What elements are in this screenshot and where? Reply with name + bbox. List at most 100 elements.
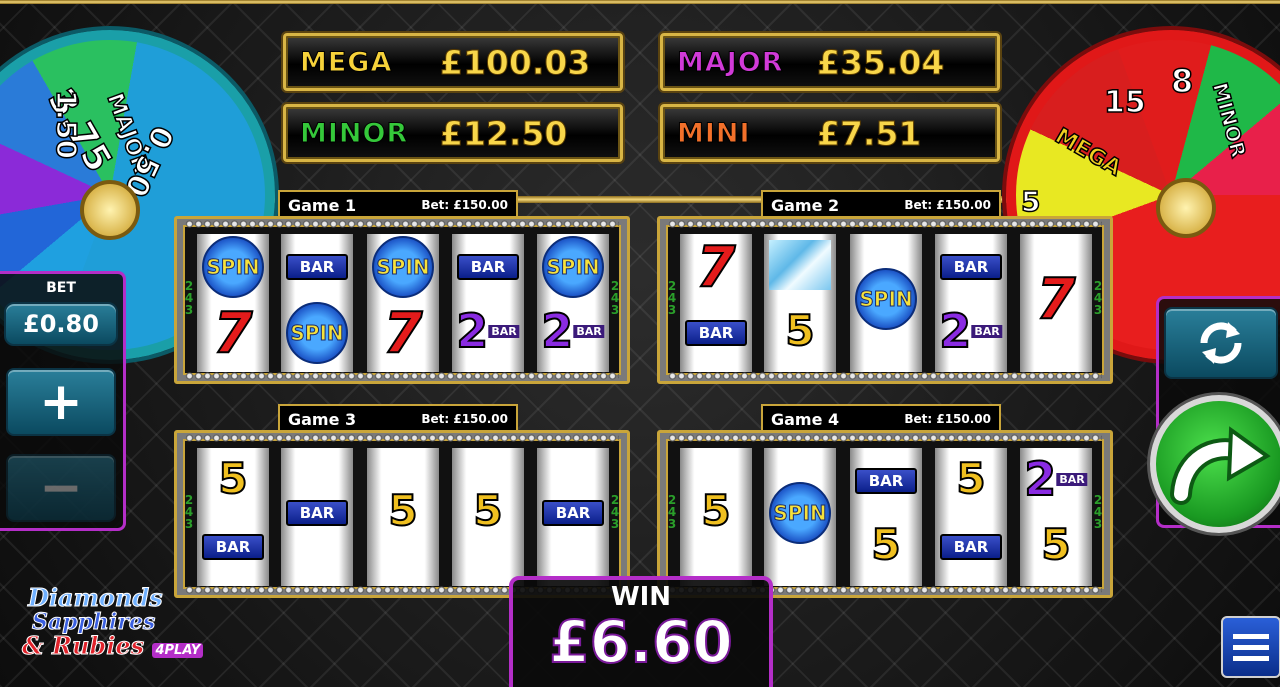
game-header: Game 3 Bet: £150.00: [278, 404, 518, 432]
jackpot-mini: MINI £7.51: [660, 104, 1000, 162]
five-bar-symbol: 5: [217, 454, 248, 503]
win-value: £6.60: [548, 608, 733, 676]
autoplay-button[interactable]: [1164, 307, 1278, 379]
reel: 5: [367, 448, 439, 586]
frame-lights: [185, 372, 619, 380]
game-bet: Bet: £150.00: [421, 412, 508, 426]
spin-symbol: SPIN: [372, 236, 434, 298]
wheel-label: 5: [1020, 184, 1041, 219]
reel: 5 BAR: [935, 448, 1007, 586]
wheel-label: 8: [1170, 61, 1194, 101]
bar-text: BAR: [953, 258, 989, 276]
spin-symbol: SPIN: [769, 482, 831, 544]
jackpot-mega-value: £100.03: [439, 42, 591, 82]
five-bar-symbol: 5: [472, 486, 503, 535]
reel: SPIN: [850, 234, 922, 372]
five-bar-symbol: 5: [955, 457, 986, 501]
jackpot-mega-label: MEGA: [300, 46, 393, 78]
game-name: Game 2: [771, 195, 840, 215]
seven-symbol: 7: [383, 301, 424, 366]
five-bar-symbol: 5: [1040, 520, 1071, 569]
bet-panel: BET £0.80 + −: [0, 271, 126, 531]
jackpot-mini-value: £7.51: [816, 113, 922, 153]
spin-text: SPIN: [376, 255, 430, 280]
reel: 5: [452, 448, 524, 586]
reel: SPIN: [764, 448, 836, 586]
reel: BAR: [537, 448, 609, 586]
five-text: 5: [387, 486, 418, 535]
double-bar-symbol: 2 BAR: [1023, 452, 1088, 506]
logo-line1: Diamonds: [28, 583, 164, 612]
menu-button[interactable]: [1221, 616, 1280, 678]
bar-symbol: BAR: [202, 534, 264, 560]
game-name: Game 3: [288, 409, 357, 429]
reel: 5 BAR: [197, 448, 269, 586]
spin-text: SPIN: [206, 255, 260, 280]
two-text: 2: [1023, 452, 1057, 506]
seven-symbol: 7: [696, 235, 737, 300]
jackpot-major-label: MAJOR: [677, 46, 784, 78]
spin-button[interactable]: [1150, 395, 1280, 533]
bar-symbol: BAR: [286, 500, 348, 526]
five-text: 5: [472, 486, 503, 535]
bet-decrease-button[interactable]: −: [6, 454, 116, 522]
wheel-label: 1.50: [49, 89, 84, 160]
bar-text: BAR: [299, 258, 335, 276]
bet-increase-button[interactable]: +: [6, 368, 116, 436]
minus-icon: −: [39, 458, 83, 518]
game-header: Game 4 Bet: £150.00: [761, 404, 1001, 432]
bar-symbol: BAR: [457, 254, 519, 280]
spin-text: SPIN: [773, 501, 827, 526]
reel: BAR 2 BAR: [935, 234, 1007, 372]
bet-label: BET: [46, 280, 76, 296]
wheel-label: MINOR: [1207, 79, 1251, 161]
refresh-icon: [1200, 322, 1242, 364]
bar-text: BAR: [215, 538, 251, 556]
double-bar-symbol: 2 BAR: [938, 307, 1003, 355]
two-tag: BAR: [573, 324, 605, 338]
frame-lights: [668, 434, 1102, 442]
game-name: Game 1: [288, 195, 357, 215]
five-text: 5: [1040, 520, 1071, 569]
five-text: 5: [784, 306, 815, 355]
reel: BAR SPIN: [281, 234, 353, 372]
logo-line3-text: & Rubies: [21, 631, 145, 660]
five-bar-symbol: 5: [784, 306, 815, 355]
spin-symbol: SPIN: [542, 236, 604, 298]
ways-label: 243: [182, 279, 196, 315]
hamburger-icon: [1233, 644, 1269, 650]
game-header: Game 1 Bet: £150.00: [278, 190, 518, 218]
game-bet: Bet: £150.00: [904, 198, 991, 212]
ways-label: 243: [608, 279, 622, 315]
five-text: 5: [217, 454, 248, 503]
bar-text: BAR: [470, 258, 506, 276]
double-bar-symbol: 2 BAR: [455, 307, 520, 355]
jackpot-minor: MINOR £12.50: [283, 104, 623, 162]
five-text: 5: [700, 486, 731, 535]
wheel-label: MEGA: [1050, 123, 1126, 182]
game-reel-frame: 243 243 SPIN 7 BAR SPIN SPIN 7 BAR 2 BAR SPIN 2 BAR: [174, 216, 630, 384]
spin-text: SPIN: [290, 321, 344, 346]
arrow-icon: [1170, 426, 1271, 505]
diamond-symbol: [769, 240, 831, 290]
ways-label: 243: [665, 493, 679, 529]
bar-symbol: BAR: [940, 534, 1002, 560]
bar-symbol: BAR: [940, 254, 1002, 280]
five-bar-symbol: 5: [870, 523, 901, 567]
bar-text: BAR: [868, 472, 904, 490]
reel: SPIN 2 BAR: [537, 234, 609, 372]
ways-label: 243: [608, 493, 622, 529]
jackpot-major-value: £35.04: [816, 42, 945, 82]
reel: BAR 2 BAR: [452, 234, 524, 372]
jackpot-major: MAJOR £35.04: [660, 33, 1000, 91]
wheel-label: 15: [1103, 84, 1146, 121]
reel: 2 BAR 5: [1020, 448, 1092, 586]
jackpot-mini-label: MINI: [677, 117, 751, 149]
game-name: Game 4: [771, 409, 840, 429]
reel: BAR 5: [850, 448, 922, 586]
double-bar-symbol: 2 BAR: [540, 307, 605, 355]
jackpot-mega: MEGA £100.03: [283, 33, 623, 91]
bar-symbol: BAR: [542, 500, 604, 526]
logo-line3: & Rubies 4PLAY: [21, 631, 222, 663]
ways-label: 243: [1091, 493, 1105, 529]
